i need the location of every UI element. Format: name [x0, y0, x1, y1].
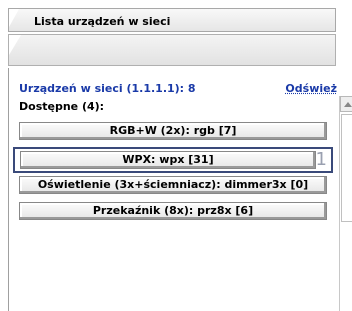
- device-item-przekaznik[interactable]: Przekaźnik (8x): prz8x [6]: [19, 202, 327, 220]
- scroll-thumb[interactable]: [341, 114, 352, 222]
- vertical-scrollbar[interactable]: [339, 96, 352, 311]
- device-index-badge: 1: [315, 149, 327, 170]
- device-item-rgbw[interactable]: RGB+W (2x): rgb [7]: [19, 122, 327, 140]
- window-title: Lista urządzeń w sieci: [34, 15, 171, 28]
- device-list-panel: Urządzeń w sieci (1.1.1.1): 8 Odśwież Do…: [8, 68, 352, 311]
- device-label: Oświetlenie (3x+ściemniacz): dimmer3x [0…: [37, 178, 309, 191]
- toolbar-area: [8, 34, 336, 66]
- device-button[interactable]: WPX: wpx [31]: [20, 151, 316, 169]
- devices-count-label: Urządzeń w sieci (1.1.1.1): 8: [19, 82, 196, 95]
- available-devices-label: Dostępne (4):: [19, 100, 105, 113]
- device-label: Przekaźnik (8x): prz8x [6]: [92, 204, 254, 217]
- device-item-wpx-selected[interactable]: WPX: wpx [31] 1: [13, 147, 333, 173]
- device-label: WPX: wpx [31]: [122, 153, 214, 166]
- toolbar-corner-decoration: [9, 35, 21, 55]
- window-title-bar: Lista urządzeń w sieci: [8, 8, 336, 32]
- refresh-link[interactable]: Odśwież: [285, 82, 337, 95]
- device-item-oswietlenie[interactable]: Oświetlenie (3x+ściemniacz): dimmer3x [0…: [19, 176, 327, 194]
- title-corner-decoration: [9, 9, 19, 27]
- device-label: RGB+W (2x): rgb [7]: [109, 124, 237, 137]
- panel-header: Urządzeń w sieci (1.1.1.1): 8 Odśwież: [19, 82, 337, 96]
- chevron-up-icon: [344, 102, 352, 107]
- scroll-up-button[interactable]: [340, 96, 352, 112]
